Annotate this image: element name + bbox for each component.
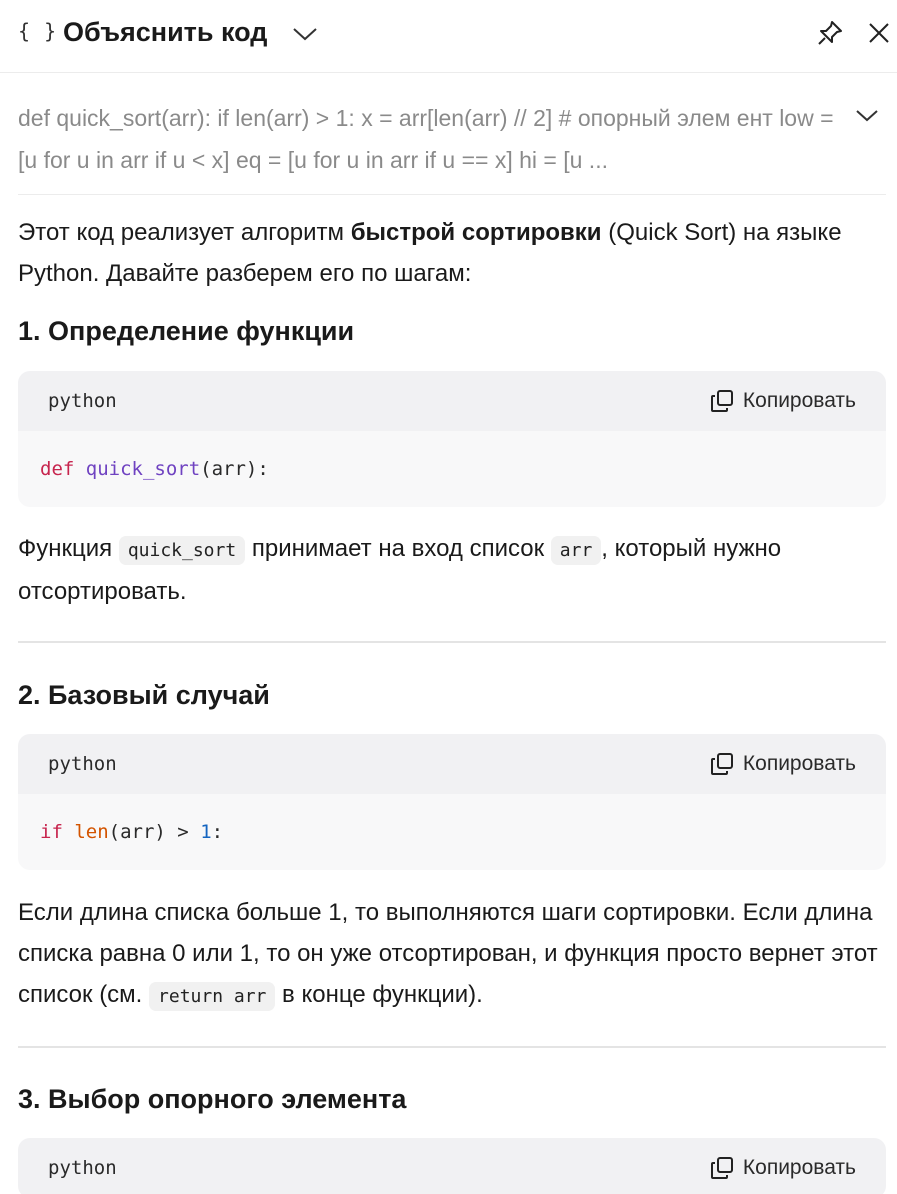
copy-button-label: Копировать [742,1156,856,1179]
braces-icon: { } [18,19,58,43]
copy-icon [710,1157,733,1179]
code-block-header: python Копировать [18,1138,886,1194]
panel-header: { } Объяснить код [0,0,897,73]
code-language-label: python [48,1157,117,1179]
code-block-header: python Копировать [18,371,886,431]
copy-button[interactable]: Копировать [709,388,856,414]
code-language-label: python [48,753,117,775]
section-1-description: Функция quick_sort принимает на вход спи… [18,528,886,612]
copy-button-label: Копировать [742,752,856,775]
copy-icon [710,390,733,412]
code-function-name: quick_sort [85,458,201,480]
inline-code: arr [550,536,602,565]
code-block-1: python Копировать def quick_sort (arr): [18,371,886,507]
code-block-header: python Копировать [18,734,886,794]
section-heading-1: 1. Определение функции [18,316,355,346]
desc-text: принимает на вход список [245,535,551,562]
code-block-3: python Копировать [18,1138,886,1194]
inline-code: quick_sort [118,536,246,565]
code-block-body: def quick_sort (arr): [18,431,886,507]
code-builtin: len [74,821,109,843]
divider [18,194,886,195]
code-keyword: def [40,458,75,480]
panel-title: Объяснить код [63,17,268,47]
selected-code-preview: def quick_sort(arr): if len(arr) > 1: x … [18,105,834,173]
close-icon[interactable] [864,18,894,48]
code-number: 1 [200,821,212,843]
desc-text: в конце функции). [275,981,483,1008]
copy-icon [710,753,733,775]
code-block-2: python Копировать if len (arr) > 1: [18,734,886,870]
section-heading-3: 3. Выбор опорного элемента [18,1084,407,1114]
code-block-body: if len (arr) > 1: [18,794,886,870]
section-heading-2: 2. Базовый случай [18,680,270,710]
code-text: : [211,821,224,843]
copy-button[interactable]: Копировать [709,1155,856,1181]
code-text: (arr): [200,458,269,480]
inline-code: return arr [149,982,276,1011]
section-divider [18,1046,886,1048]
section-2-description: Если длина списка больше 1, то выполняют… [18,892,886,1017]
intro-paragraph: Этот код реализует алгоритм быстрой сорт… [18,212,886,294]
chevron-down-icon[interactable] [290,22,320,46]
copy-button-label: Копировать [742,389,856,412]
code-keyword: if [40,821,63,843]
code-text: (arr) > [108,821,201,843]
section-divider [18,641,886,643]
copy-button[interactable]: Копировать [709,751,856,777]
code-language-label: python [48,390,117,412]
desc-text: Функция [18,535,119,562]
expand-preview-chevron-icon[interactable] [852,104,882,128]
intro-text: Этот код реализует алгоритм [18,219,351,246]
pin-icon[interactable] [815,18,845,48]
intro-bold-text: быстрой сортировки [350,219,602,246]
